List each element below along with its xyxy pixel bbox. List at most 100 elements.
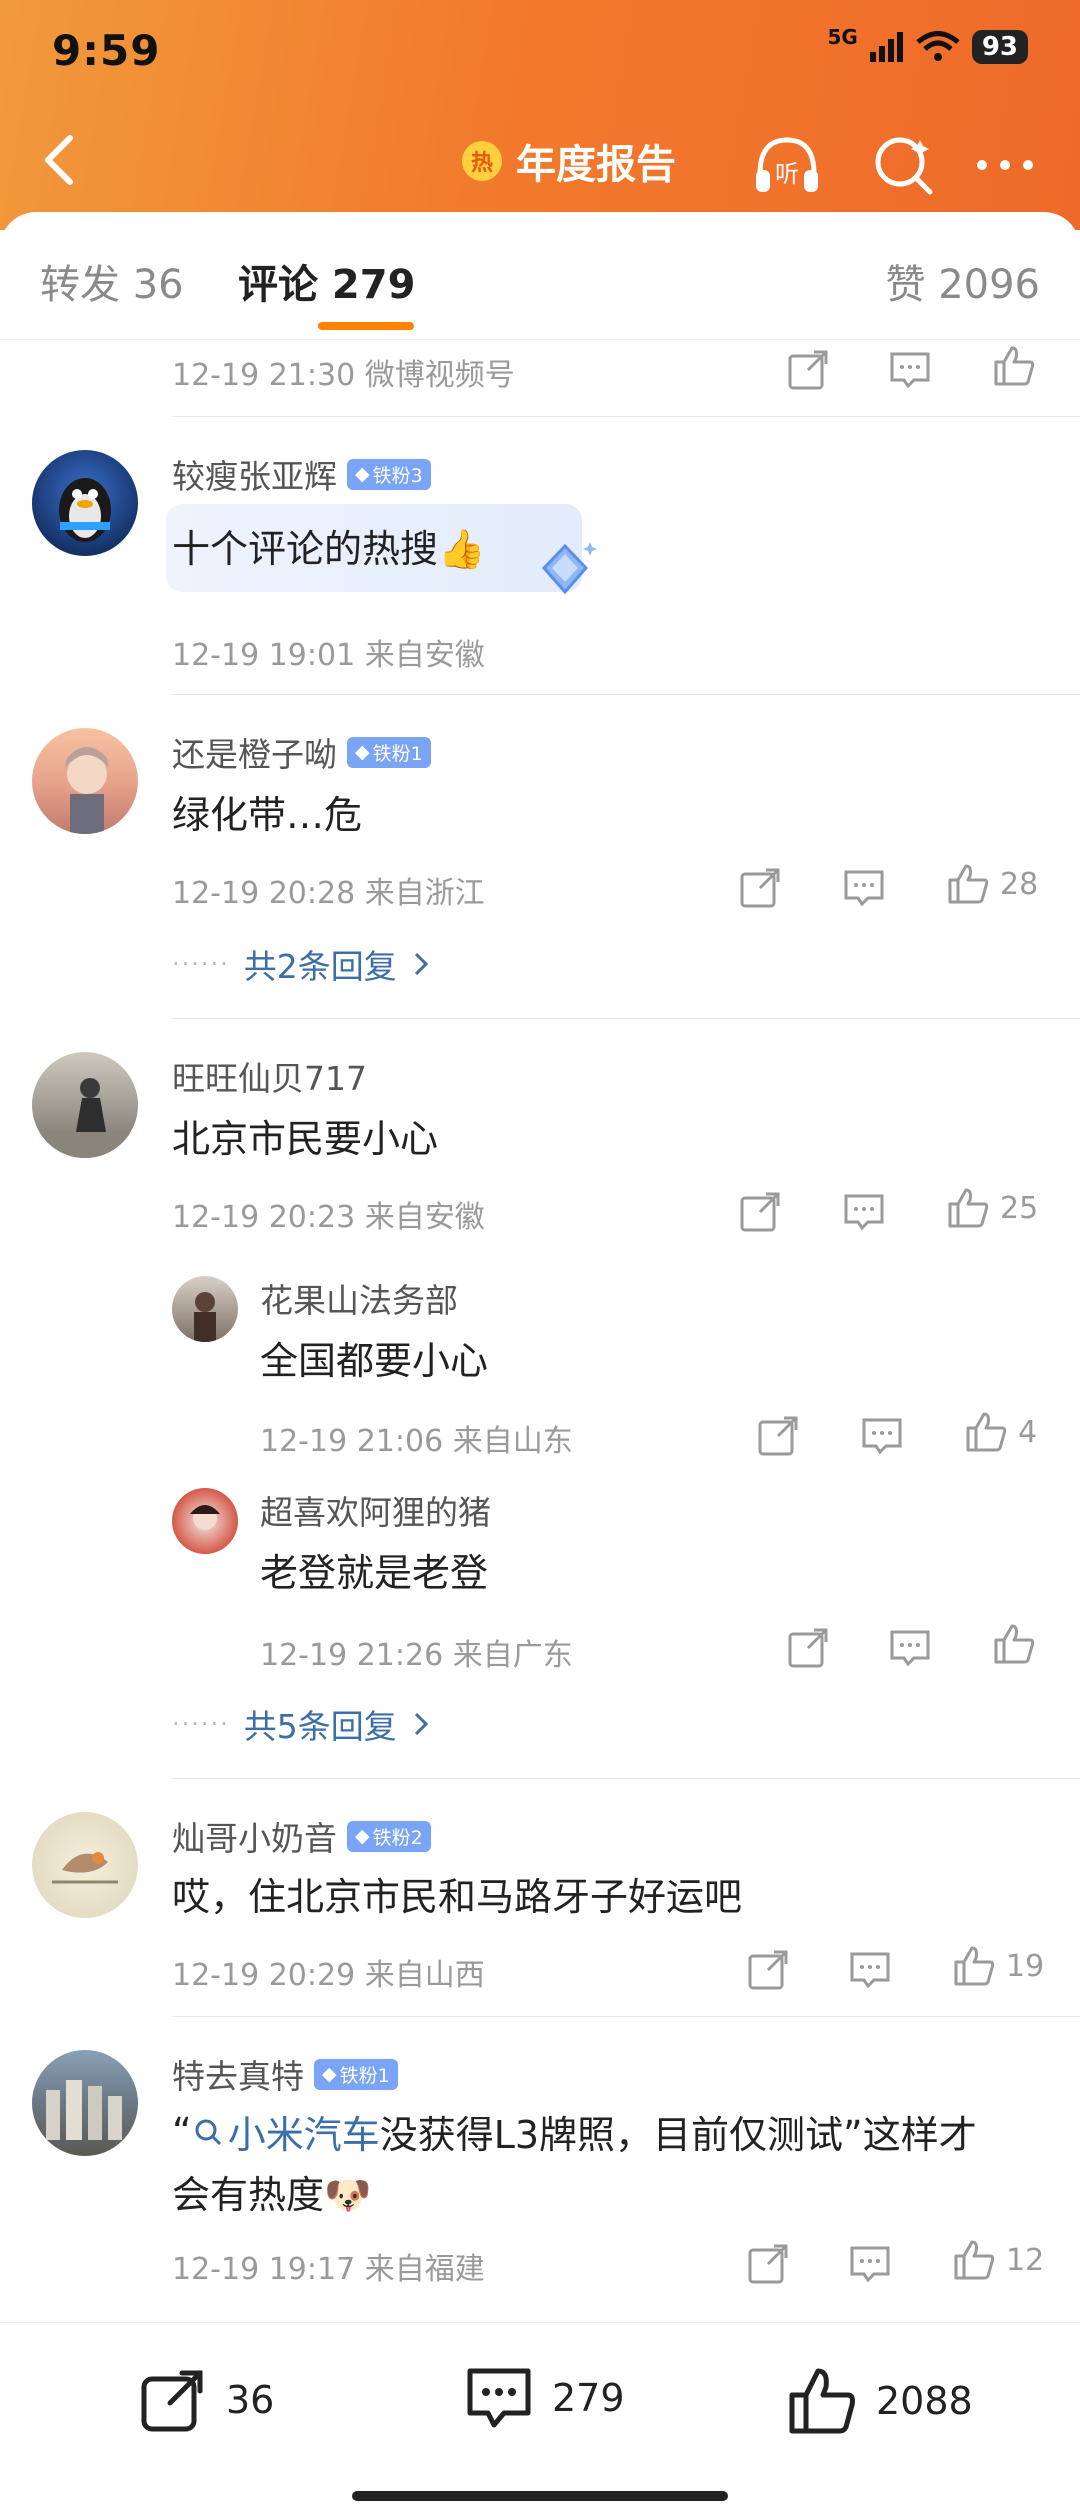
avatar[interactable] [32, 2050, 138, 2156]
like-button[interactable]: 2088 [786, 2365, 973, 2437]
chevron-right-icon [414, 952, 428, 976]
home-indicator[interactable] [352, 2491, 728, 2501]
reply-action[interactable] [860, 1416, 904, 1456]
thumbs-up-icon[interactable] [952, 2238, 996, 2282]
search-button[interactable] [868, 130, 938, 200]
thumbs-up-icon[interactable] [992, 1622, 1036, 1666]
like-action[interactable] [992, 1622, 1036, 1666]
avatar[interactable] [32, 1052, 138, 1158]
like-action[interactable]: 19 [952, 1944, 1044, 1988]
comment-icon[interactable] [888, 350, 932, 390]
avatar-photo-icon [194, 1292, 216, 1342]
reply-action[interactable] [848, 1950, 892, 1990]
share-action[interactable] [738, 1190, 782, 1234]
share-action[interactable] [746, 1948, 790, 1992]
comment-icon[interactable] [888, 1628, 932, 1668]
listen-button[interactable]: 听 [752, 130, 822, 200]
like-action[interactable]: 28 [946, 862, 1038, 906]
tab-comments[interactable]: 评论 279 [238, 252, 415, 310]
comment-username[interactable]: 较瘦张亚辉 ◆ 铁粉3 [172, 450, 431, 498]
comment-button[interactable]: 279 [464, 2365, 625, 2431]
reply-meta: 12-19 21:26 来自广东 [260, 1638, 573, 1673]
status-bar: 9:59 5G 93 [0, 0, 1080, 110]
like-action[interactable]: 4 [964, 1410, 1037, 1454]
quote-open: “ [172, 2109, 192, 2154]
back-arrow-icon[interactable] [30, 128, 90, 192]
comment-username[interactable]: 旺旺仙贝717 [172, 1052, 367, 1100]
replies-label: 共5条回复 [243, 1707, 397, 1746]
comment-text: 北京市民要小心 [172, 1117, 439, 1161]
username-text: 特去真特 [172, 2057, 304, 2096]
diamond-icon: ◆ [322, 2063, 337, 2085]
repost-button[interactable]: 36 [138, 2365, 274, 2435]
like-action[interactable]: 25 [946, 1186, 1038, 1230]
comment-username[interactable]: 还是橙子呦 ◆ 铁粉1 [172, 728, 431, 776]
share-icon[interactable] [756, 1414, 800, 1458]
thumbs-up-icon[interactable] [952, 1944, 996, 1988]
comment-icon[interactable] [842, 1192, 886, 1232]
reply-action[interactable] [848, 2244, 892, 2284]
share-action[interactable] [738, 866, 782, 910]
dots-decoration: ······ [172, 1710, 230, 1738]
reply-action[interactable] [842, 868, 886, 908]
comment-username[interactable]: 灿哥小奶音 ◆ 铁粉2 [172, 1812, 431, 1860]
more-button[interactable] [970, 130, 1040, 200]
view-replies-link[interactable]: ······ 共2条回复 [172, 940, 431, 988]
diamond-sparkle-icon [541, 542, 597, 595]
share-icon[interactable] [786, 1626, 830, 1670]
reply-username[interactable]: 花果山法务部 [260, 1274, 458, 1322]
like-count: 25 [1000, 1190, 1039, 1226]
like-count: 28 [1000, 866, 1039, 902]
battery-indicator: 93 [971, 30, 1028, 64]
comment-icon[interactable] [842, 868, 886, 908]
share-icon[interactable] [738, 866, 782, 910]
share-icon[interactable] [738, 1190, 782, 1234]
comment-actions [786, 348, 830, 392]
comment-text-part: 没获得L3牌照，目前仅测试”这样才 [379, 2113, 977, 2157]
username-text: 较瘦张亚辉 [172, 457, 337, 496]
replies-label: 共2条回复 [243, 947, 397, 986]
avatar[interactable] [32, 450, 138, 556]
nav-title-group[interactable]: 热 年度报告 [462, 132, 676, 190]
divider [172, 694, 1080, 695]
tab-likes[interactable]: 赞 2096 [885, 252, 1040, 310]
like-action[interactable]: 12 [952, 2238, 1044, 2282]
share-icon[interactable] [786, 348, 830, 392]
thumbs-up-icon[interactable] [946, 1186, 990, 1230]
topic-link[interactable]: 小米汽车 [192, 2104, 380, 2159]
comment-icon[interactable] [860, 1416, 904, 1456]
share-icon[interactable] [746, 1948, 790, 1992]
comment-icon [467, 2368, 531, 2428]
avatar[interactable] [172, 1276, 238, 1342]
more-dots-icon [977, 160, 1033, 170]
svg-text:听: 听 [775, 160, 799, 188]
diamond-icon: ◆ [355, 741, 370, 763]
share-action[interactable] [756, 1414, 800, 1458]
avatar[interactable] [172, 1488, 238, 1554]
username-text: 还是橙子呦 [172, 735, 337, 774]
avatar[interactable] [32, 1812, 138, 1918]
view-replies-link[interactable]: ······ 共5条回复 [172, 1700, 431, 1748]
tab-reposts[interactable]: 转发 36 [40, 252, 184, 310]
comment-meta: 12-19 19:17 来自福建 [172, 2252, 485, 2287]
comment-icon[interactable] [848, 1950, 892, 1990]
nav-bar: 热 年度报告 听 [0, 110, 1080, 210]
reply-username[interactable]: 超喜欢阿狸的猪 [260, 1486, 491, 1534]
diamond-icon: ◆ [355, 1825, 370, 1847]
share-action[interactable] [786, 1626, 830, 1670]
comment-icon[interactable] [848, 2244, 892, 2284]
thumbs-up-icon[interactable] [946, 862, 990, 906]
thumbs-up-icon[interactable] [964, 1410, 1008, 1454]
comment-username[interactable]: 特去真特 ◆ 铁粉1 [172, 2050, 398, 2098]
search-icon [195, 2119, 221, 2145]
share-icon[interactable] [746, 2242, 790, 2286]
divider [172, 416, 1080, 417]
chevron-right-icon [414, 1712, 428, 1736]
avatar[interactable] [32, 728, 138, 834]
thumbs-up-icon[interactable] [992, 344, 1036, 388]
nav-title: 年度报告 [516, 142, 676, 188]
reply-action[interactable] [888, 1628, 932, 1668]
comment-meta: 12-19 20:23 来自安徽 [172, 1200, 485, 1235]
share-action[interactable] [746, 2242, 790, 2286]
reply-action[interactable] [842, 1192, 886, 1232]
